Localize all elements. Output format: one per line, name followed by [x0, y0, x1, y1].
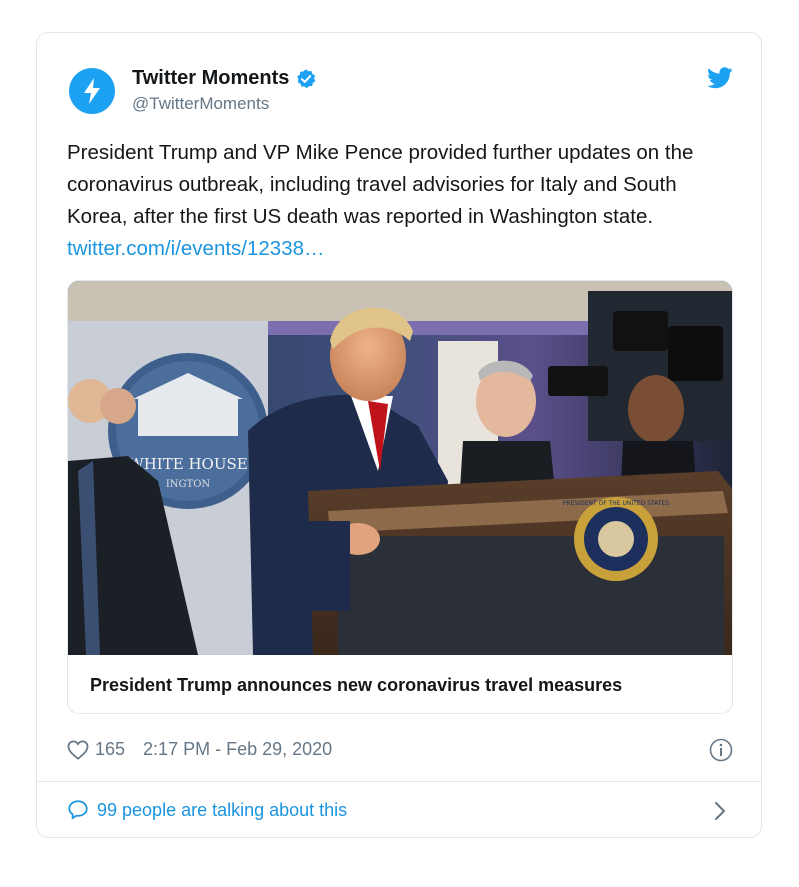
author-name-row[interactable]: Twitter Moments [132, 67, 317, 90]
like-count[interactable]: 165 [95, 739, 125, 760]
heart-icon[interactable] [67, 739, 89, 760]
twitter-bird-icon[interactable] [707, 67, 733, 89]
conversation-link[interactable]: 99 people are talking about this [67, 799, 347, 821]
avatar[interactable] [69, 68, 115, 114]
verified-badge-icon [297, 68, 316, 88]
talking-count[interactable]: 99 people are talking about this [97, 800, 347, 821]
media-card[interactable]: WHITE HOUSE INGTON PRESIDENT OF THE UNIT… [67, 280, 733, 714]
speech-bubble-icon [68, 800, 88, 820]
tweet-meta: 165 2:17 PM - Feb 29, 2020 [67, 739, 332, 760]
tweet-text: President Trump and VP Mike Pence provid… [67, 137, 717, 265]
chevron-right-icon[interactable] [713, 800, 727, 822]
display-name[interactable]: Twitter Moments [132, 67, 289, 90]
timestamp[interactable]: 2:17 PM - Feb 29, 2020 [143, 739, 332, 760]
handle[interactable]: @TwitterMoments [132, 94, 269, 114]
embedded-tweet-card[interactable]: Twitter Moments @TwitterMoments Presiden… [36, 32, 762, 838]
seal-text: PRESIDENT OF THE UNITED STATES [563, 500, 669, 507]
info-icon[interactable] [709, 738, 733, 762]
tweet-body: President Trump and VP Mike Pence provid… [67, 141, 694, 228]
sign-text-secondary: INGTON [166, 479, 211, 490]
press-briefing-photo[interactable]: WHITE HOUSE INGTON PRESIDENT OF THE UNIT… [68, 281, 733, 655]
sign-text: WHITE HOUSE [128, 455, 247, 473]
media-caption[interactable]: President Trump announces new coronaviru… [90, 675, 622, 696]
lightning-bolt-icon [84, 78, 100, 104]
divider [37, 781, 761, 782]
event-link[interactable]: twitter.com/i/events/12338… [67, 237, 325, 260]
